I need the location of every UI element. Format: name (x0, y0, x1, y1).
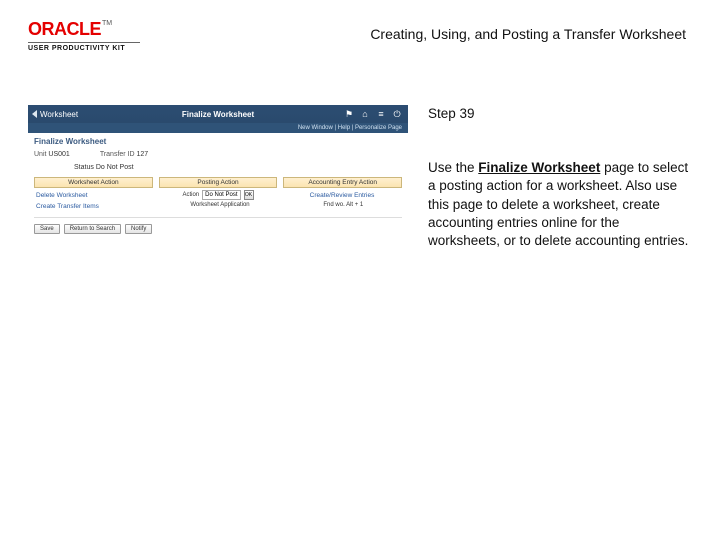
column-headers: Worksheet Action Posting Action Accounti… (34, 177, 402, 188)
app-page-title: Finalize Worksheet (182, 110, 254, 119)
transfer-field: Transfer ID 127 (100, 151, 148, 158)
create-transfer-items-link[interactable]: Create Transfer Items (34, 202, 155, 211)
logo-divider (28, 42, 140, 43)
back-button[interactable]: Worksheet (28, 110, 78, 119)
section-heading: Finalize Worksheet (34, 137, 402, 146)
back-button-label: Worksheet (40, 110, 78, 119)
home-icon[interactable]: ⌂ (360, 109, 370, 119)
content-row: Worksheet Finalize Worksheet ⚑ ⌂ ≡ ⏻ New… (28, 105, 692, 250)
menu-icon[interactable]: ≡ (376, 109, 386, 119)
delete-worksheet-link[interactable]: Delete Worksheet (34, 191, 154, 200)
brand-oracle-text: ORACLE (28, 19, 101, 39)
unit-label: Unit (34, 151, 46, 158)
flag-icon[interactable]: ⚑ (344, 109, 354, 119)
power-icon[interactable]: ⏻ (392, 109, 402, 119)
status-row: Status Do Not Post (34, 164, 402, 171)
app-top-icons: ⚑ ⌂ ≡ ⏻ (344, 109, 408, 119)
unit-field: Unit US001 (34, 151, 70, 158)
action-row: Delete Worksheet Action Do Not Post OK C… (34, 190, 402, 200)
divider (34, 217, 402, 218)
chevron-left-icon (32, 110, 37, 118)
col-posting-action: Posting Action (159, 177, 278, 188)
instruction-column: Step 39 Use the Finalize Worksheet page … (428, 105, 692, 250)
app-top-bar: Worksheet Finalize Worksheet ⚑ ⌂ ≡ ⏻ (28, 105, 408, 123)
find-hint: Fnd wo. Alt + 1 (285, 202, 402, 211)
action-select-label: Action (182, 192, 199, 198)
step-number: Step 39 (428, 105, 692, 123)
col-accounting-entry: Accounting Entry Action (283, 177, 402, 188)
document-title: Creating, Using, and Posting a Transfer … (370, 26, 686, 42)
app-screenshot: Worksheet Finalize Worksheet ⚑ ⌂ ≡ ⏻ New… (28, 105, 408, 242)
notify-button[interactable]: Notify (125, 224, 152, 234)
brand-wordmark: ORACLETM (28, 20, 140, 40)
brand-subtitle: USER PRODUCTIVITY KIT (28, 45, 140, 52)
save-button[interactable]: Save (34, 224, 60, 234)
app-substrip[interactable]: New Window | Help | Personalize Page (28, 123, 408, 133)
ok-button[interactable]: OK (244, 190, 254, 200)
instruction-text: Use the Finalize Worksheet page to selec… (428, 159, 692, 250)
transfer-id-value: 127 (137, 151, 149, 158)
brand-logo-block: ORACLETM USER PRODUCTIVITY KIT (28, 20, 140, 52)
footer-buttons: Save Return to Search Notify (34, 224, 402, 234)
create-review-entries-link[interactable]: Create/Review Entries (282, 191, 402, 200)
status-label: Status (74, 164, 94, 171)
transfer-id-label: Transfer ID (100, 151, 135, 158)
posting-action-cell: Action Do Not Post OK (160, 190, 276, 200)
secondary-row: Create Transfer Items Worksheet Applicat… (34, 202, 402, 211)
unit-value: US001 (48, 151, 69, 158)
app-body: Finalize Worksheet Unit US001 Transfer I… (28, 133, 408, 242)
return-to-search-button[interactable]: Return to Search (64, 224, 121, 234)
instruction-bold: Finalize Worksheet (478, 160, 600, 175)
meta-row: Unit US001 Transfer ID 127 (34, 151, 402, 158)
status-value: Do Not Post (96, 164, 134, 171)
action-select[interactable]: Do Not Post (202, 190, 240, 200)
worksheet-application-label: Worksheet Application (161, 202, 278, 211)
instruction-pre: Use the (428, 160, 478, 175)
col-worksheet-action: Worksheet Action (34, 177, 153, 188)
trademark-symbol: TM (102, 20, 112, 27)
